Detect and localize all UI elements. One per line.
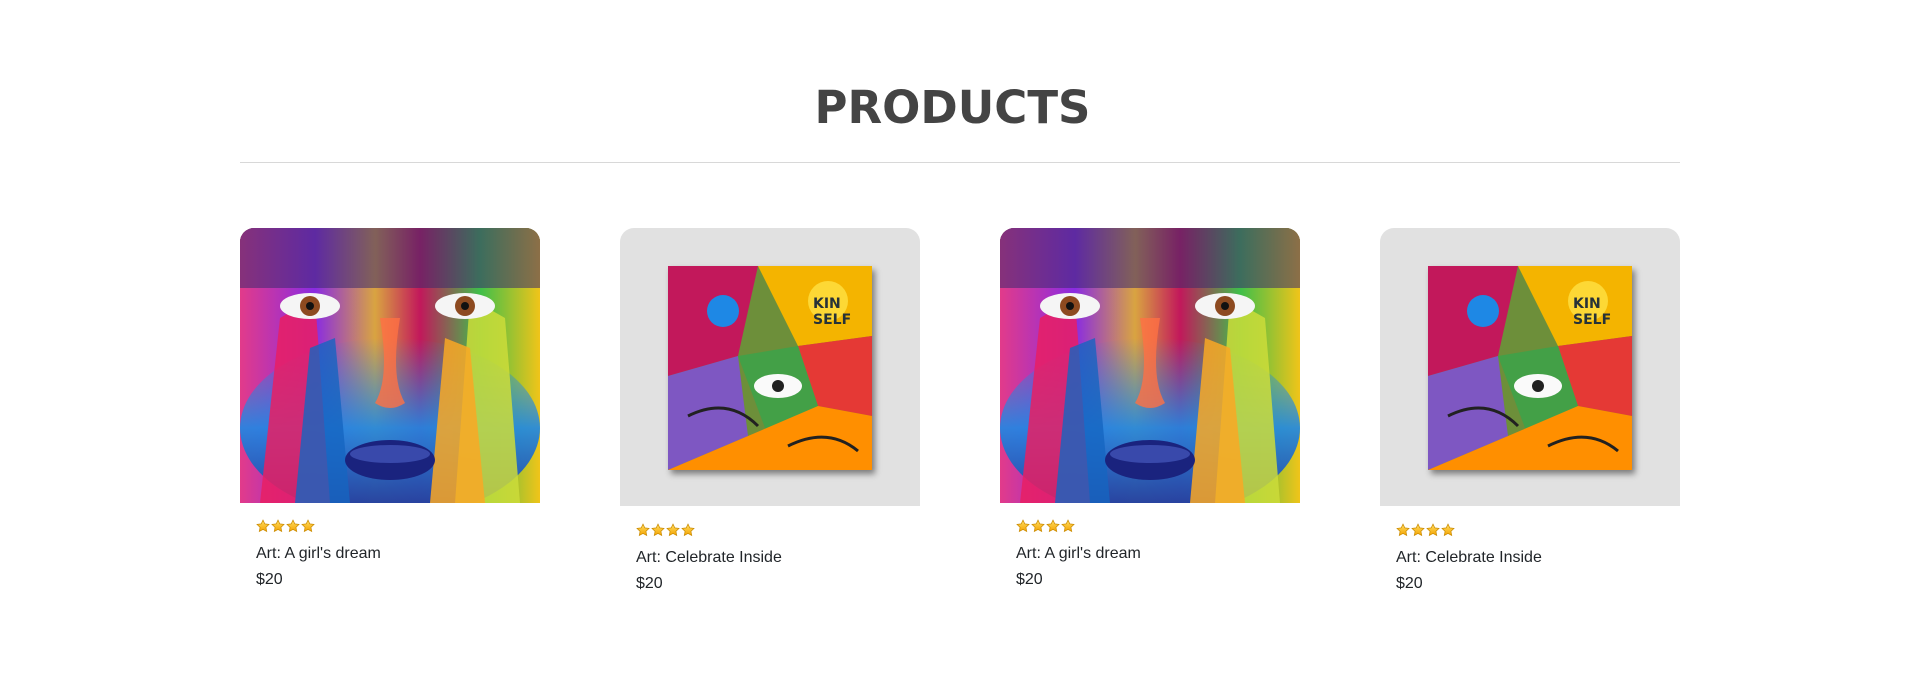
product-card[interactable]: Art: A girl's dream $20 <box>1000 228 1300 608</box>
svg-text:SELF: SELF <box>813 312 851 328</box>
star-icon <box>1046 519 1060 533</box>
product-name[interactable]: Art: A girl's dream <box>1016 544 1141 564</box>
product-image[interactable] <box>1000 228 1300 503</box>
product-name[interactable]: Art: A girl's dream <box>256 544 381 564</box>
star-icon <box>286 519 300 533</box>
star-icon <box>681 523 695 537</box>
product-card[interactable]: Art: A girl's dream $20 <box>240 228 540 608</box>
star-icon <box>256 519 270 533</box>
product-name[interactable]: Art: Celebrate Inside <box>636 548 782 568</box>
product-card[interactable]: KIN SELF Art: Celebrate Inside $20 <box>620 228 920 608</box>
star-icon <box>1031 519 1045 533</box>
star-icon <box>301 519 315 533</box>
star-icon <box>1426 523 1440 537</box>
star-icon <box>1411 523 1425 537</box>
product-price: $20 <box>1396 575 1423 592</box>
product-price: $20 <box>256 571 283 588</box>
product-card[interactable]: KIN SELF Art: Celebrate Inside $20 <box>1380 228 1680 608</box>
svg-text:KIN: KIN <box>813 296 841 312</box>
product-image[interactable] <box>240 228 540 503</box>
star-icon <box>651 523 665 537</box>
star-icon <box>1016 519 1030 533</box>
star-icon <box>636 523 650 537</box>
product-image[interactable]: KIN SELF <box>620 228 920 506</box>
page-title: PRODUCTS <box>814 81 1091 134</box>
rating-stars <box>636 523 695 537</box>
product-image[interactable]: KIN SELF <box>1380 228 1680 506</box>
star-icon <box>666 523 680 537</box>
title-divider <box>240 162 1680 163</box>
product-price: $20 <box>636 575 663 592</box>
rating-stars <box>1396 523 1455 537</box>
star-icon <box>271 519 285 533</box>
rating-stars <box>1016 519 1075 533</box>
svg-text:SELF: SELF <box>1573 312 1611 328</box>
star-icon <box>1396 523 1410 537</box>
svg-text:KIN: KIN <box>1573 296 1601 312</box>
star-icon <box>1061 519 1075 533</box>
rating-stars <box>256 519 315 533</box>
product-price: $20 <box>1016 571 1043 588</box>
product-name[interactable]: Art: Celebrate Inside <box>1396 548 1542 568</box>
star-icon <box>1441 523 1455 537</box>
